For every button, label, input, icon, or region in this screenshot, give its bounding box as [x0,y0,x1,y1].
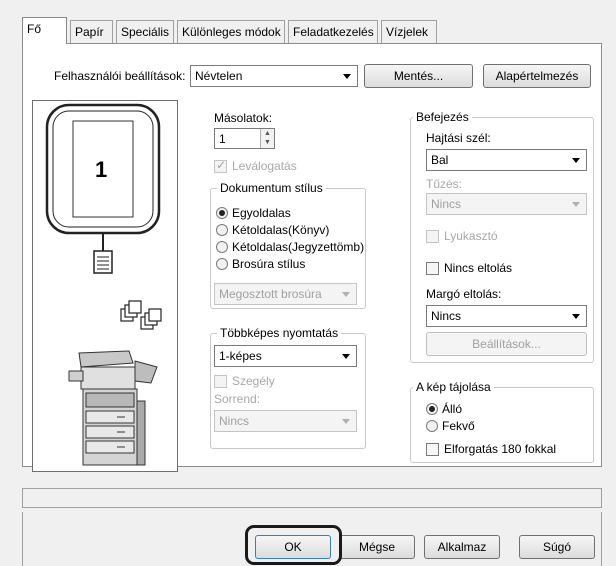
user-settings-select[interactable]: Névtelen [190,65,358,87]
chevron-up-icon[interactable]: ▲ [261,129,274,138]
defaults-button-label: Alapértelmezés [495,69,579,83]
apply-button-label: Alkalmaz [437,540,487,554]
divider [22,512,23,566]
rotate-180-checkbox[interactable] [426,443,439,456]
punch-label: Lyukasztó [444,229,498,243]
no-offset-label: Nincs eltolás [444,261,513,275]
radio-duplex-tablet[interactable] [216,241,228,253]
order-select[interactable]: Nincs [214,410,357,432]
copies-label: Másolatok: [214,111,273,125]
binding-edge-label: Hajtási szél: [426,131,491,145]
save-button[interactable]: Mentés... [364,64,473,88]
booklet-value: Megosztott brosúra [219,287,322,301]
user-settings-label: Felhasználói beállítások: [54,69,186,83]
chevron-down-icon [343,74,351,79]
save-button-label: Mentés... [393,69,444,83]
copies-value: 1 [219,132,226,146]
preview-panel: 1 [32,100,178,472]
apply-button[interactable]: Alkalmaz [424,535,500,559]
cancel-button-label: Mégse [358,540,396,554]
finishing-settings-label: Beállítások... [472,337,541,351]
booklet-label: Brosúra stílus [232,257,306,271]
tab-special-modes[interactable]: Különleges módok [177,20,285,44]
radio-duplex-book[interactable] [216,224,228,236]
collate-checkbox[interactable] [214,158,227,173]
punch-checkbox[interactable] [426,230,439,243]
rotate-180-label: Elforgatás 180 fokkal [444,442,557,456]
orientation-title: A kép tájolása [413,380,494,394]
landscape-label: Fekvő [442,419,475,433]
tab-watermarks[interactable]: Vízjelek [381,20,437,44]
finishing-settings-button[interactable]: Beállítások... [426,332,587,356]
radio-landscape[interactable] [426,420,438,432]
binding-edge-select[interactable]: Bal [426,149,587,171]
single-sided-label: Egyoldalas [232,206,291,220]
ok-highlight-frame [245,525,342,565]
help-button-label: Súgó [542,540,572,554]
radio-booklet[interactable] [216,258,228,270]
defaults-button[interactable]: Alapértelmezés [483,64,591,88]
staple-select[interactable]: Nincs [426,193,587,215]
tab-label: Vízjelek [386,25,429,39]
order-label: Sorrend: [214,392,261,406]
tab-label: Különleges módok [182,25,281,39]
tab-advanced[interactable]: Speciális [116,20,174,44]
status-area [22,488,602,508]
pages-per-sheet-value: 1-képes [219,349,262,363]
tab-label: Feladatkezelés [293,25,374,39]
collate-label: Leválogatás [232,159,297,173]
staple-value: Nincs [431,197,462,211]
chevron-down-icon [342,354,350,359]
margin-shift-value: Nincs [431,309,462,323]
border-checkbox[interactable] [214,375,227,388]
chevron-down-icon [342,419,350,424]
no-offset-checkbox[interactable] [426,262,439,275]
duplex-tablet-label: Kétoldalas(Jegyzettömb) [232,240,365,254]
tab-label: Papír [75,25,104,39]
preview-page-number: 1 [95,157,108,182]
border-label: Szegély [232,374,275,388]
radio-portrait[interactable] [426,403,438,415]
multi-page-title: Többképes nyomtatás [217,326,342,340]
portrait-label: Álló [442,402,463,416]
finishing-title: Befejezés [413,110,472,124]
binding-edge-value: Bal [431,153,449,167]
radio-single-sided[interactable] [216,207,228,219]
tab-label: Fő [27,22,42,36]
duplex-book-label: Kétoldalas(Könyv) [232,223,330,237]
chevron-down-icon[interactable]: ▼ [261,138,274,147]
margin-shift-select[interactable]: Nincs [426,305,587,327]
divider [601,512,602,566]
chevron-down-icon [572,202,580,207]
chevron-down-icon [572,314,580,319]
booklet-select[interactable]: Megosztott brosúra [214,283,357,305]
order-value: Nincs [219,414,250,428]
help-button[interactable]: Súgó [519,535,595,559]
copies-stepper[interactable]: ▲ ▼ [260,129,274,148]
tab-main[interactable]: Fő [22,17,67,44]
tab-label: Speciális [121,25,170,39]
tab-paper[interactable]: Papír [70,20,113,44]
tab-job-handling[interactable]: Feladatkezelés [288,20,378,44]
chevron-down-icon [572,158,580,163]
staple-label: Tűzés: [426,177,463,191]
document-style-title: Dokumentum stílus [217,181,326,195]
user-settings-value: Névtelen [195,69,243,83]
pages-per-sheet-select[interactable]: 1-képes [214,345,357,367]
cancel-button[interactable]: Mégse [339,535,415,559]
copies-spinbox[interactable]: 1 ▲ ▼ [214,128,275,149]
margin-shift-label: Margó eltolás: [426,287,502,301]
chevron-down-icon [342,292,350,297]
